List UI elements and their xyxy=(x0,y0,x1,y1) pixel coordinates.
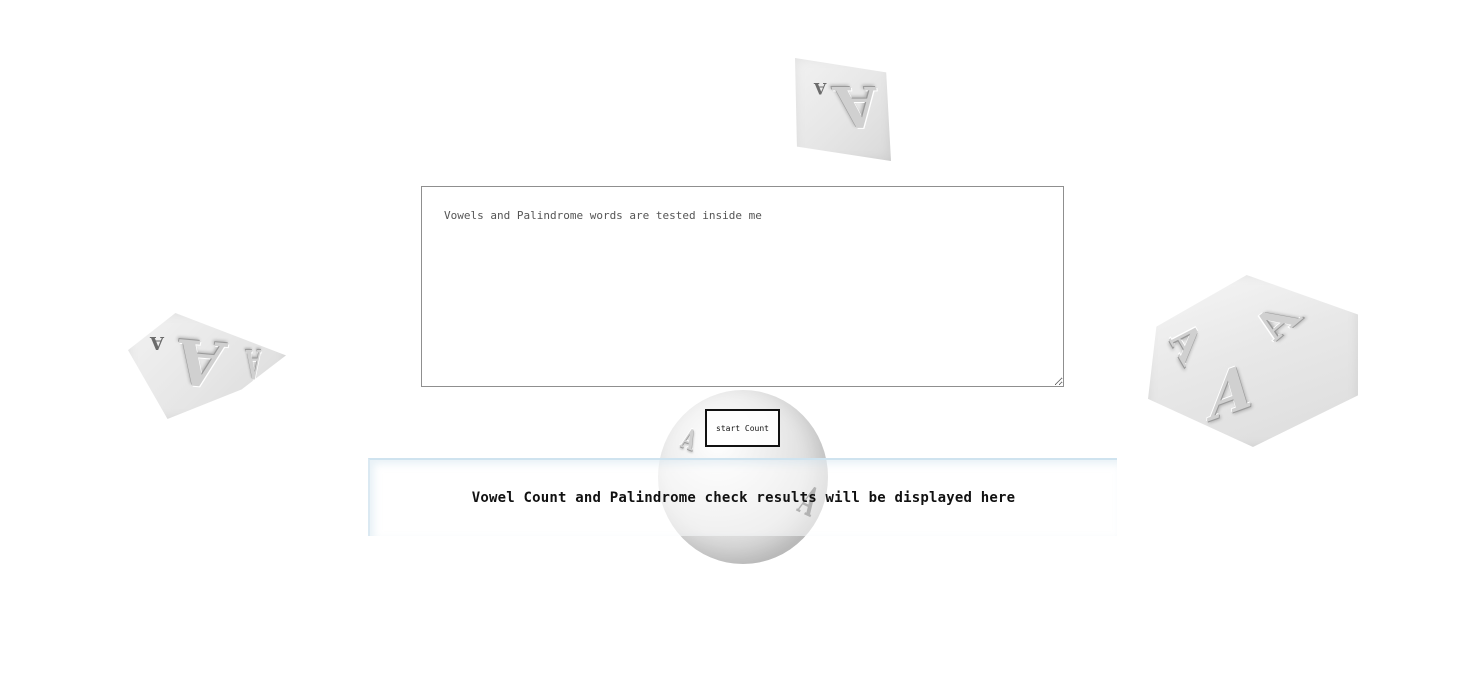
results-panel: Vowel Count and Palindrome check results… xyxy=(368,458,1117,536)
letter-block-left: A A A xyxy=(128,313,286,419)
letter-a-glyph: A xyxy=(830,73,884,139)
text-input[interactable] xyxy=(421,186,1064,387)
letter-a-glyph: A xyxy=(677,421,701,458)
results-text: Vowel Count and Palindrome check results… xyxy=(471,490,1016,506)
letter-block-top: A A xyxy=(795,58,891,161)
letter-a-glyph: A xyxy=(168,324,231,401)
page: A A A A A A A A A A Vowel Count and Pali… xyxy=(0,0,1468,686)
letter-a-small-glyph: A xyxy=(150,332,164,353)
letter-cube-right: A A A xyxy=(1148,275,1358,447)
letter-a-glyph: A xyxy=(1240,298,1313,348)
letter-a-glyph: A xyxy=(1206,346,1255,438)
start-count-button[interactable]: start Count xyxy=(705,409,780,447)
letter-a-side-glyph: A xyxy=(245,340,262,387)
letter-a-glyph: A xyxy=(1162,309,1210,376)
letter-a-small-glyph: A xyxy=(814,79,827,98)
